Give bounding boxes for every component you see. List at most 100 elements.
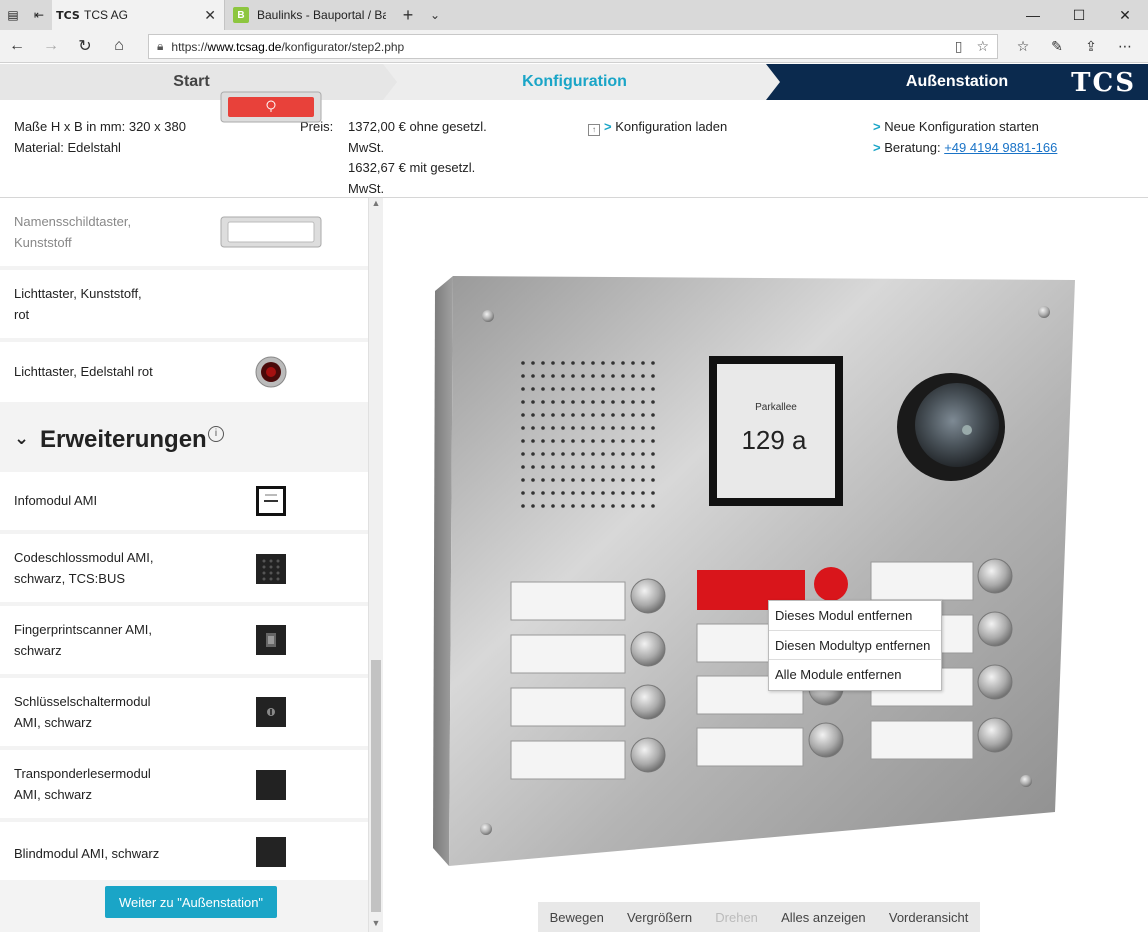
scrollbar-thumb[interactable] — [371, 660, 381, 912]
item-name-line1: Lichttaster, Kunststoff, — [14, 286, 142, 301]
favorite-star-icon[interactable]: ☆ — [976, 38, 989, 55]
bell-button[interactable] — [808, 722, 844, 758]
grille-hole — [571, 400, 575, 404]
list-item-fingerprintscanner[interactable]: Fingerprintscanner AMI, schwarz — [0, 606, 368, 674]
3d-viewer[interactable]: Parkallee 129 a Dieses Modul entfernen D… — [383, 198, 1148, 932]
name-plate[interactable] — [510, 687, 626, 727]
tab-baulinks[interactable]: B Baulinks - Bauportal / Baum — [224, 0, 394, 30]
scroll-up-icon[interactable]: ▲ — [369, 198, 383, 212]
list-item-schluesselschalter[interactable]: Schlüsselschaltermodul AMI, schwarz — [0, 678, 368, 746]
grille-hole — [571, 387, 575, 391]
list-item-blindmodul[interactable]: Blindmodul AMI, schwarz — [0, 822, 368, 880]
grille-hole — [581, 374, 585, 378]
minimize-icon[interactable]: — — [1010, 0, 1056, 30]
bell-button[interactable] — [630, 578, 666, 614]
grille-hole — [621, 400, 625, 404]
list-item-infomodul[interactable]: Infomodul AMI — [0, 472, 368, 530]
scroll-down-icon[interactable]: ▼ — [369, 918, 383, 932]
bell-button[interactable] — [977, 611, 1013, 647]
item-name-line1: Transponderlesermodul — [14, 766, 151, 781]
chevron-down-icon[interactable]: ⌄ — [14, 428, 29, 449]
bell-button[interactable] — [630, 684, 666, 720]
browser-nav-bar: ← → ↻ ⌂ 🔒︎ https://www.tcsag.de/konfigur… — [0, 30, 1148, 63]
name-plate[interactable] — [510, 581, 626, 621]
remove-all-modules-menu-item[interactable]: Alle Module entfernen — [769, 660, 941, 690]
back-icon[interactable]: ← — [0, 37, 34, 55]
price-net-line1: 1372,00 € ohne gesetzl. — [348, 119, 487, 134]
favorites-icon[interactable]: ☆ — [1006, 38, 1040, 55]
grille-hole — [531, 413, 535, 417]
address-bar[interactable]: 🔒︎ https://www.tcsag.de/konfigurator/ste… — [148, 34, 998, 59]
list-item-transponderleser[interactable]: Transponderlesermodul AMI, schwarz — [0, 750, 368, 818]
zoom-button[interactable]: Vergrößern — [627, 910, 692, 925]
new-config-link[interactable]: > Neue Konfiguration starten — [873, 117, 1057, 138]
bell-button[interactable] — [977, 558, 1013, 594]
name-plate[interactable] — [870, 720, 974, 760]
remove-module-type-menu-item[interactable]: Diesen Modultyp entfernen — [769, 631, 941, 661]
tab-actions-icon[interactable]: ▤ — [0, 0, 26, 30]
grille-hole — [561, 413, 565, 417]
more-icon[interactable]: ⋯ — [1108, 38, 1142, 55]
list-item-lichttaster-edelstahl[interactable]: Lichttaster, Edelstahl rot — [0, 342, 368, 402]
remove-module-menu-item[interactable]: Dieses Modul entfernen — [769, 601, 941, 631]
refresh-icon[interactable]: ↻ — [68, 36, 102, 56]
grille-hole — [651, 426, 655, 430]
grille-hole — [541, 400, 545, 404]
new-tab-icon[interactable]: + — [394, 0, 422, 30]
load-config-link[interactable]: ↑ > Konfiguration laden — [588, 117, 727, 138]
grille-hole — [621, 387, 625, 391]
bell-button[interactable] — [977, 664, 1013, 700]
share-icon[interactable]: ⇪ — [1074, 38, 1108, 55]
home-icon[interactable]: ⌂ — [102, 37, 136, 55]
grille-hole — [591, 491, 595, 495]
name-plate[interactable] — [870, 561, 974, 601]
rotate-button[interactable]: Drehen — [715, 910, 758, 925]
bell-button[interactable] — [977, 717, 1013, 753]
continue-to-aussenstation-button[interactable]: Weiter zu "Außenstation" — [105, 886, 277, 918]
grille-hole — [521, 361, 525, 365]
list-item-codeschlossmodul[interactable]: Codeschlossmodul AMI, schwarz, TCS:BUS — [0, 534, 368, 602]
item-name-line2: Kunststoff — [14, 234, 72, 250]
section-erweiterungen[interactable]: ⌄ Erweiterungen i — [0, 406, 368, 470]
close-window-icon[interactable]: ✕ — [1102, 0, 1148, 30]
red-light-button[interactable] — [814, 567, 848, 601]
list-item-namensschildtaster[interactable]: Namensschildtaster, Kunststoff — [0, 198, 368, 266]
reading-view-icon[interactable]: ▯ — [955, 38, 963, 55]
step-start[interactable]: Start — [0, 64, 383, 100]
bell-button[interactable] — [630, 631, 666, 667]
left-panel-scrollbar[interactable]: ▲ ▼ — [368, 198, 383, 932]
grille-hole — [581, 465, 585, 469]
show-all-button[interactable]: Alles anzeigen — [781, 910, 866, 925]
forward-icon[interactable]: → — [34, 37, 68, 55]
price-gross-line2: MwSt. — [348, 180, 385, 196]
grille-hole — [631, 387, 635, 391]
close-tab-icon[interactable]: ✕ — [204, 7, 216, 24]
grille-hole — [551, 413, 555, 417]
grille-hole — [641, 413, 645, 417]
list-item-lichttaster-kunststoff[interactable]: Lichttaster, Kunststoff, rot — [0, 91, 368, 338]
grille-hole — [621, 374, 625, 378]
move-button[interactable]: Bewegen — [550, 910, 604, 925]
maximize-icon[interactable]: ☐ — [1056, 0, 1102, 30]
tab-list-chevron-icon[interactable]: ⌄ — [422, 0, 448, 30]
bell-button[interactable] — [630, 737, 666, 773]
grille-hole — [581, 491, 585, 495]
info-icon[interactable]: i — [208, 426, 224, 442]
grille-hole — [651, 361, 655, 365]
grille-hole — [621, 413, 625, 417]
advice-label: Beratung: — [884, 139, 941, 155]
name-plate[interactable] — [510, 740, 626, 780]
set-aside-tabs-icon[interactable]: ⇤ — [26, 0, 52, 30]
grille-hole — [631, 413, 635, 417]
front-view-button[interactable]: Vorderansicht — [889, 910, 969, 925]
grille-hole — [651, 478, 655, 482]
advice-phone-link[interactable]: +49 4194 9881-166 — [944, 140, 1057, 155]
grille-hole — [651, 374, 655, 378]
grille-hole — [611, 361, 615, 365]
tab-tcs[interactable]: TCS TCS AG ✕ — [52, 0, 224, 30]
pen-icon[interactable]: ✎ — [1040, 38, 1074, 55]
name-plate[interactable] — [510, 634, 626, 674]
grille-hole — [541, 465, 545, 469]
step-konfiguration[interactable]: Konfiguration — [383, 64, 766, 100]
name-plate[interactable] — [696, 727, 804, 767]
